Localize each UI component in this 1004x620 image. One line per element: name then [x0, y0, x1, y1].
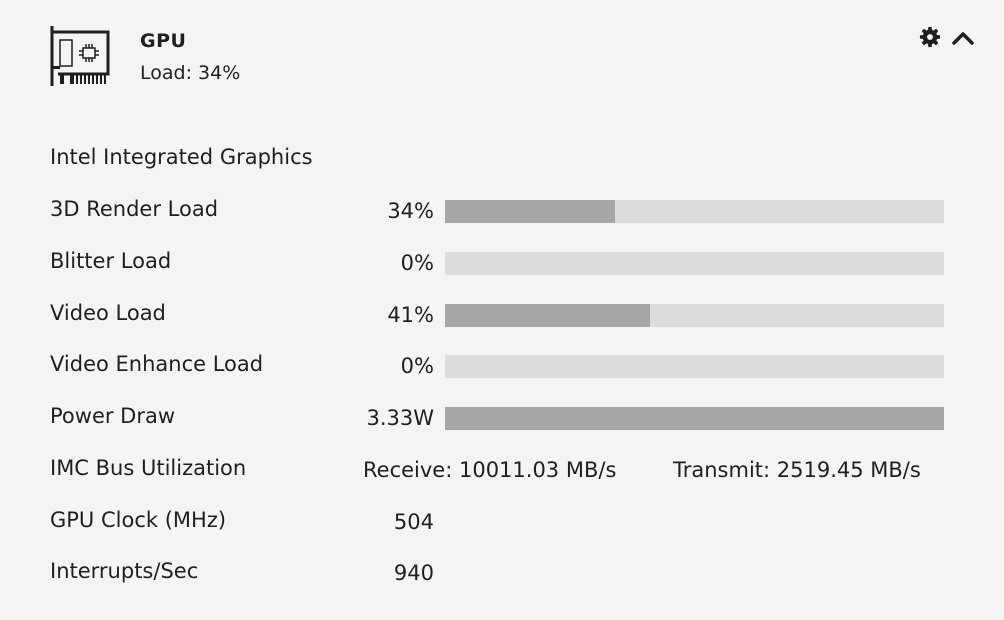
metric-row-gpu-clock: GPU Clock (MHz) 504	[0, 508, 1004, 538]
gpu-panel: GPU Load: 34% Intel Integrated Graphics …	[0, 0, 1004, 620]
metric-bar	[445, 200, 944, 223]
metric-row-3d-render: 3D Render Load 34%	[0, 197, 1004, 227]
metric-row-imc-bus: IMC Bus Utilization Receive: 10011.03 MB…	[0, 456, 1004, 486]
metric-label: Blitter Load	[50, 249, 172, 273]
metric-value: 3.33W	[366, 406, 434, 430]
panel-title: GPU	[140, 30, 187, 52]
metric-value: 940	[393, 561, 434, 585]
metric-label: Video Enhance Load	[50, 352, 264, 376]
metric-row-video: Video Load 41%	[0, 301, 1004, 331]
metric-label: Video Load	[50, 301, 166, 325]
metric-value: 0%	[400, 251, 434, 275]
metric-label: Power Draw	[50, 404, 176, 428]
metric-label: Interrupts/Sec	[50, 559, 199, 583]
metric-bar	[445, 252, 944, 275]
metric-row-blitter: Blitter Load 0%	[0, 249, 1004, 279]
imc-receive-rate: Receive: 10011.03 MB/s	[363, 458, 617, 482]
chevron-up-icon[interactable]	[951, 27, 975, 49]
metric-value: 41%	[387, 303, 434, 327]
metric-bar-fill	[445, 200, 615, 223]
panel-subtitle: Load: 34%	[140, 62, 241, 84]
metric-bar-fill	[445, 407, 944, 430]
imc-transmit-rate: Transmit: 2519.45 MB/s	[673, 458, 921, 482]
metric-bar-fill	[445, 304, 650, 327]
gear-icon[interactable]	[919, 26, 941, 48]
metric-bar	[445, 355, 944, 378]
metric-bar	[445, 304, 944, 327]
metric-bar	[445, 407, 944, 430]
metric-row-interrupts: Interrupts/Sec 940	[0, 559, 1004, 589]
metric-value: 0%	[400, 354, 434, 378]
metric-label: 3D Render Load	[50, 197, 219, 221]
metric-value: 504	[393, 510, 434, 534]
metric-value: 34%	[387, 199, 434, 223]
metric-row-power-draw: Power Draw 3.33W	[0, 404, 1004, 434]
graphics-card-icon	[50, 26, 110, 86]
metric-label: GPU Clock (MHz)	[50, 508, 227, 532]
metric-row-video-enhance: Video Enhance Load 0%	[0, 352, 1004, 382]
metric-label: IMC Bus Utilization	[50, 456, 247, 480]
adapter-name: Intel Integrated Graphics	[50, 145, 313, 169]
